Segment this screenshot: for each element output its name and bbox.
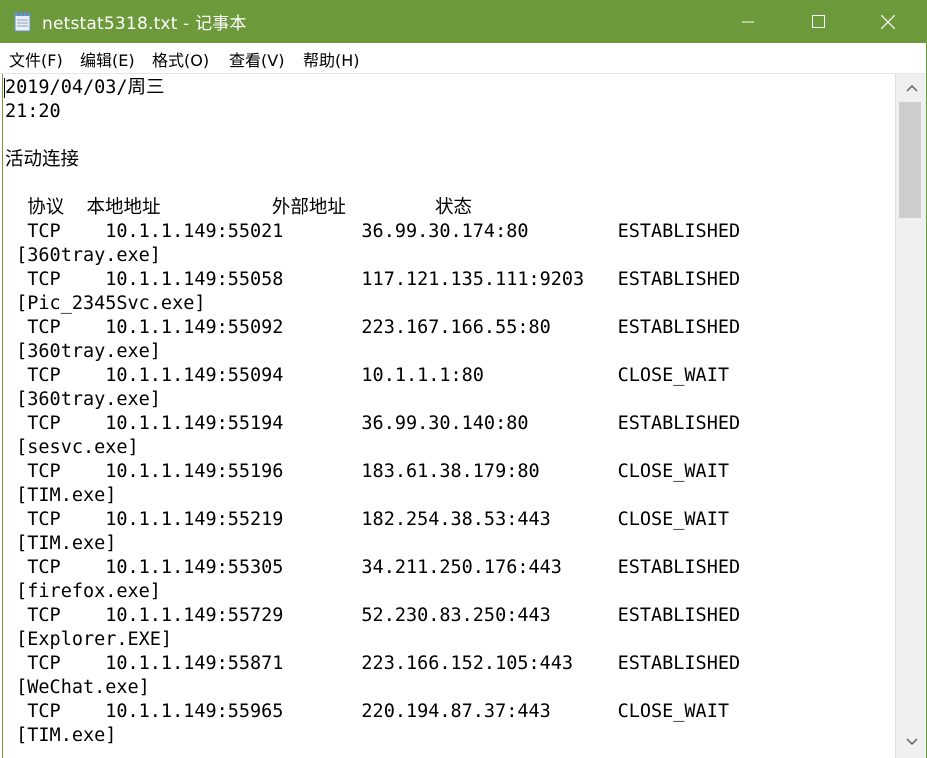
- menu-view[interactable]: 查看(V): [227, 47, 286, 71]
- scroll-down-button[interactable]: [896, 730, 927, 754]
- close-icon: [881, 14, 895, 29]
- menu-edit[interactable]: 编辑(E): [78, 47, 137, 71]
- chevron-down-icon: [906, 738, 918, 746]
- maximize-button[interactable]: [783, 0, 853, 43]
- text-line: [TIM.exe]: [5, 533, 117, 554]
- text-line: TCP 10.1.1.149:55219 182.254.38.53:443 C…: [5, 509, 729, 530]
- text-line: [sesvc.exe]: [5, 437, 139, 458]
- text-line: [TIM.exe]: [5, 725, 117, 746]
- vertical-scrollbar[interactable]: [895, 74, 927, 758]
- text-line: [Explorer.EXE]: [5, 629, 173, 650]
- text-line: TCP 10.1.1.149:55194 36.99.30.140:80 EST…: [5, 413, 741, 434]
- minimize-icon: [742, 21, 754, 22]
- maximize-icon: [811, 15, 825, 28]
- text-line: [firefox.exe]: [5, 581, 161, 602]
- text-caret: [4, 78, 5, 98]
- text-line: [360tray.exe]: [5, 245, 161, 266]
- text-editor[interactable]: 2019/04/03/周三 21:20 活动连接 协议 本地地址 外部地址 状态…: [2, 74, 895, 758]
- text-line: TCP 10.1.1.149:55871 223.166.152.105:443…: [5, 653, 741, 674]
- text-line: TCP 10.1.1.149:55094 10.1.1.1:80 CLOSE_W…: [5, 365, 729, 386]
- text-line: TCP 10.1.1.149:55021 36.99.30.174:80 EST…: [5, 221, 741, 242]
- text-line: TCP 10.1.1.149:55305 34.211.250.176:443 …: [5, 557, 741, 578]
- notepad-icon: [14, 10, 32, 32]
- text-line: 2019/04/03/周三: [5, 77, 165, 98]
- menu-help[interactable]: 帮助(H): [301, 47, 362, 71]
- text-line: TCP 10.1.1.149:55196 183.61.38.179:80 CL…: [5, 461, 729, 482]
- close-button[interactable]: [853, 0, 923, 43]
- text-line: [TIM.exe]: [5, 485, 117, 506]
- text-line: [WeChat.exe]: [5, 677, 150, 698]
- text-line: TCP 10.1.1.149:55965 220.194.87.37:443 C…: [5, 701, 729, 722]
- text-line: [360tray.exe]: [5, 341, 161, 362]
- text-line: [Pic_2345Svc.exe]: [5, 293, 206, 314]
- text-line: TCP 10.1.1.149:55058 117.121.135.111:920…: [5, 269, 741, 290]
- title-bar[interactable]: netstat5318.txt - 记事本: [0, 0, 927, 43]
- menu-file[interactable]: 文件(F): [7, 47, 65, 71]
- menu-bar: 文件(F) 编辑(E) 格式(O) 查看(V) 帮助(H): [0, 43, 927, 74]
- window-title: netstat5318.txt - 记事本: [42, 14, 247, 34]
- text-line: TCP 10.1.1.149:55729 52.230.83.250:443 E…: [5, 605, 741, 626]
- text-line: 协议 本地地址 外部地址 状态: [5, 197, 473, 218]
- menu-format[interactable]: 格式(O): [150, 47, 211, 71]
- text-line: [360tray.exe]: [5, 389, 161, 410]
- document-text[interactable]: 2019/04/03/周三 21:20 活动连接 协议 本地地址 外部地址 状态…: [3, 74, 895, 748]
- scroll-thumb[interactable]: [899, 102, 921, 218]
- chevron-up-icon: [906, 84, 918, 92]
- scroll-up-button[interactable]: [896, 76, 927, 100]
- text-line: TCP 10.1.1.149:55092 223.167.166.55:80 E…: [5, 317, 741, 338]
- text-line: 活动连接: [5, 149, 80, 170]
- minimize-button[interactable]: [713, 0, 783, 43]
- text-line: 21:20: [5, 101, 61, 122]
